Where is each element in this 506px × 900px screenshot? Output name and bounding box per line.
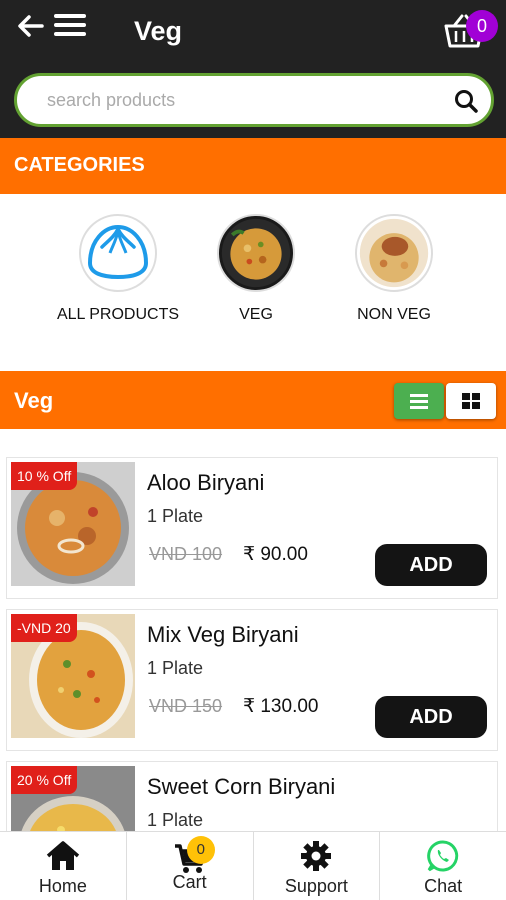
product-image: 10 % Off <box>11 462 135 586</box>
product-name: Aloo Biryani <box>147 470 265 495</box>
category-label: ALL PRODUCTS <box>56 306 180 323</box>
app-root: Veg 0 CATEGORIES ALL PRODUCTS <box>0 0 506 900</box>
home-icon <box>46 841 80 870</box>
grid-icon <box>462 393 480 409</box>
nav-label: Support <box>284 876 348 896</box>
product-quantity: 1 Plate <box>147 506 204 526</box>
nav-cart[interactable]: 0 Cart <box>127 832 254 900</box>
product-quantity: 1 Plate <box>147 810 204 830</box>
nav-home[interactable]: Home <box>0 832 127 900</box>
product-card[interactable]: -VND 20 Mix Veg Biryani 1 Plate VND 150 … <box>6 609 498 751</box>
nav-label: Home <box>38 876 87 896</box>
category-non-veg[interactable]: NON VEG <box>314 214 474 324</box>
categories-header: CATEGORIES <box>0 138 506 194</box>
product-name: Mix Veg Biryani <box>147 622 299 647</box>
hamburger-menu-icon[interactable] <box>54 14 86 38</box>
category-image <box>217 214 295 292</box>
whatsapp-icon <box>427 840 459 872</box>
dumpling-icon <box>87 224 149 280</box>
product-name: Sweet Corn Biryani <box>147 774 336 799</box>
category-image <box>355 214 433 292</box>
page-title: Veg <box>134 16 183 46</box>
sale-price: ₹ 90.00 <box>243 544 308 565</box>
product-card[interactable]: 10 % Off Aloo Biryani 1 Plate VND 100 ₹ … <box>6 457 498 599</box>
category-label: VEG <box>239 306 273 323</box>
sale-price: ₹ 130.00 <box>243 696 319 717</box>
categories-title: CATEGORIES <box>14 154 145 176</box>
category-veg[interactable]: VEG <box>176 214 336 324</box>
nav-label: Cart <box>172 872 207 892</box>
cart-count-badge: 0 <box>186 836 215 864</box>
section-title: Veg <box>14 388 54 413</box>
non-veg-biryani-image-icon <box>359 218 429 288</box>
section-header: Veg <box>0 371 506 429</box>
product-quantity: 1 Plate <box>147 658 204 678</box>
discount-badge: -VND 20 <box>11 614 77 642</box>
discount-badge: 20 % Off <box>11 766 78 794</box>
bottom-navigation: Home 0 Cart Support Chat <box>0 831 506 900</box>
nav-support[interactable]: Support <box>254 832 381 900</box>
top-header: Veg 0 <box>0 0 506 138</box>
discount-badge: 10 % Off <box>11 462 78 490</box>
category-image <box>79 214 157 292</box>
cart-count-badge: 0 <box>466 10 498 42</box>
list-view-button[interactable] <box>394 383 444 419</box>
nav-label: Chat <box>424 876 463 896</box>
original-price: VND 150 <box>149 696 223 716</box>
back-arrow-icon[interactable] <box>16 12 44 40</box>
category-label: NON VEG <box>357 306 431 323</box>
add-to-cart-button[interactable]: ADD <box>375 696 487 738</box>
product-image: -VND 20 <box>11 614 135 738</box>
list-icon <box>410 394 428 409</box>
search-bar <box>14 73 494 127</box>
add-to-cart-button[interactable]: ADD <box>375 544 487 586</box>
nav-chat[interactable]: Chat <box>380 832 506 900</box>
gear-icon <box>301 841 332 871</box>
grid-view-button[interactable] <box>446 383 496 419</box>
search-input[interactable] <box>47 88 447 112</box>
search-icon[interactable] <box>453 88 479 114</box>
biryani-image-icon <box>221 218 291 288</box>
original-price: VND 100 <box>149 544 223 564</box>
category-all-products[interactable]: ALL PRODUCTS <box>38 214 198 324</box>
